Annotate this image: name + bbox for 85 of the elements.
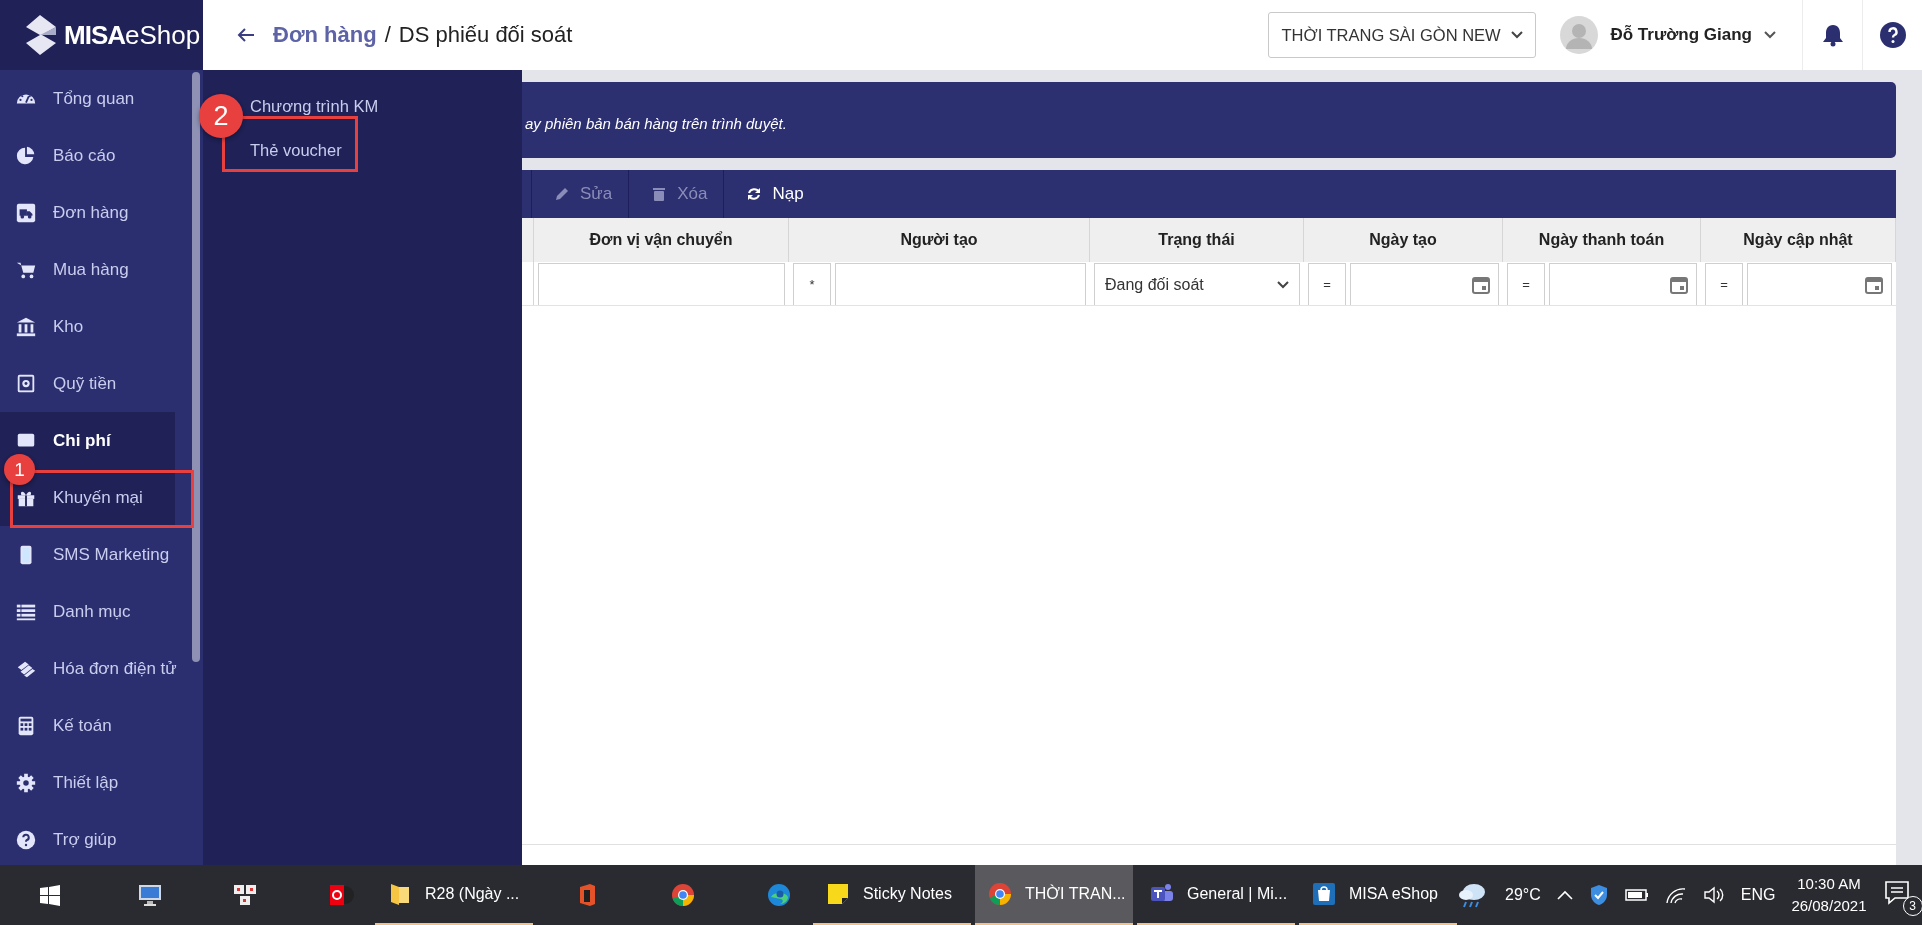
keys-icon <box>232 882 258 908</box>
bank-icon <box>15 315 37 338</box>
refresh-icon <box>746 186 763 202</box>
pencil-icon <box>554 186 570 202</box>
date-field[interactable] <box>1350 263 1499 305</box>
chrome-icon <box>670 882 696 908</box>
scrollbar[interactable] <box>192 72 200 662</box>
date-field[interactable] <box>1549 263 1697 305</box>
taskbar-app[interactable]: Sticky Notes <box>813 865 971 925</box>
submenu-item[interactable]: Thẻ voucher <box>250 140 342 160</box>
shopping-bag-icon <box>1311 881 1337 907</box>
record-icon <box>328 882 354 908</box>
clock-date: 26/08/2021 <box>1791 896 1867 916</box>
date-field[interactable] <box>1747 263 1892 305</box>
notification-count: 3 <box>1902 896 1922 916</box>
sidebar-item[interactable]: SMS Marketing <box>15 543 170 566</box>
sidebar-item[interactable]: Quỹ tiền <box>15 372 117 395</box>
pie-chart-icon <box>15 144 37 167</box>
shield-icon <box>1588 884 1609 906</box>
clock-time: 10:30 AM <box>1797 874 1861 894</box>
taskbar-app[interactable]: R28 (Ngày ... <box>375 865 533 925</box>
column-header[interactable]: Ngày tạo <box>1304 218 1503 262</box>
calendar-icon <box>1670 275 1688 294</box>
bell-icon[interactable] <box>1821 23 1844 47</box>
notice-text: ay phiên bản bán hàng trên trình duyệt. <box>525 115 787 132</box>
sticky-note-icon <box>825 881 851 907</box>
clock[interactable]: 10:30 AM 26/08/2021 <box>1791 873 1867 917</box>
sidebar-item[interactable]: Hóa đơn điện tử <box>15 657 177 680</box>
avatar-icon <box>1560 16 1599 54</box>
column-header[interactable]: Ngày thanh toán <box>1503 218 1701 262</box>
breadcrumb-separator: / <box>384 22 391 48</box>
calendar-icon <box>1472 275 1490 294</box>
sidebar-item[interactable]: Thiết lập <box>15 771 119 794</box>
temperature: 29°C <box>1505 886 1541 904</box>
windows-icon <box>37 882 63 908</box>
filter-field[interactable] <box>835 263 1086 305</box>
caret-icon <box>1277 280 1289 289</box>
filter-operator[interactable]: = <box>1308 263 1346 305</box>
user-name[interactable]: Đỗ Trường Giang <box>1610 25 1752 45</box>
battery-icon <box>1624 887 1649 903</box>
filter-operator[interactable]: = <box>1705 263 1743 305</box>
language-indicator[interactable]: ENG <box>1740 886 1776 904</box>
submenu-item[interactable]: Chương trình KM <box>250 96 379 116</box>
message-icon <box>1882 878 1911 906</box>
sidebar-item[interactable]: Kế toán <box>15 714 112 737</box>
chrome-icon <box>987 881 1013 907</box>
toolbar-button[interactable]: Nạp <box>724 170 820 218</box>
truck-icon <box>15 201 37 224</box>
help-icon[interactable] <box>1879 22 1906 48</box>
filter-field[interactable] <box>538 263 785 305</box>
column-header[interactable]: Đơn vị vận chuyển <box>534 218 789 262</box>
sidebar-item[interactable]: Kho <box>15 315 84 338</box>
trash-icon <box>651 186 668 202</box>
filter-operator[interactable]: = <box>1507 263 1545 305</box>
sidebar-item[interactable]: Trợ giúp <box>15 828 117 851</box>
logo-brand: MISA <box>64 19 125 51</box>
breadcrumb-link[interactable]: Đơn hàng <box>273 22 377 48</box>
sidebar-item[interactable]: Báo cáo <box>15 144 116 167</box>
logo-product: eShop <box>125 19 201 51</box>
taskbar-app[interactable]: General | Mi... <box>1137 865 1295 925</box>
column-header[interactable]: Trạng thái <box>1090 218 1304 262</box>
monitor-icon <box>137 882 163 908</box>
caret-icon <box>1764 31 1776 39</box>
column-header[interactable]: Ngày cập nhật <box>1701 218 1896 262</box>
column-header[interactable]: Người tạo <box>789 218 1090 262</box>
edge-icon <box>766 882 792 908</box>
speaker-icon <box>1702 886 1725 904</box>
filter-operator[interactable]: * <box>793 263 831 305</box>
taskbar-app[interactable]: THỜI TRAN... <box>975 865 1133 925</box>
calendar-icon <box>1865 275 1883 294</box>
caret-icon <box>1511 31 1524 39</box>
taskbar-app[interactable]: MISA eShop <box>1299 865 1457 925</box>
sidebar-item[interactable]: Đơn hàng <box>15 201 129 224</box>
sidebar-item[interactable]: Tổng quan <box>15 87 135 110</box>
page-title: DS phiếu đối soát <box>398 22 573 48</box>
settings-icon <box>15 771 37 794</box>
status-select[interactable]: Đang đối soát <box>1094 263 1300 305</box>
sidebar-item[interactable]: Danh mục <box>15 600 131 623</box>
wifi-icon <box>1664 886 1687 904</box>
sidebar-item[interactable]: Mua hàng <box>15 258 129 281</box>
store-select[interactable]: THỜI TRANG SÀI GÒN NEW <box>1268 12 1537 58</box>
help-icon <box>15 828 37 851</box>
safe-icon <box>15 372 37 395</box>
back-arrow-icon[interactable] <box>237 27 255 43</box>
chevron-up-icon <box>1556 890 1573 900</box>
